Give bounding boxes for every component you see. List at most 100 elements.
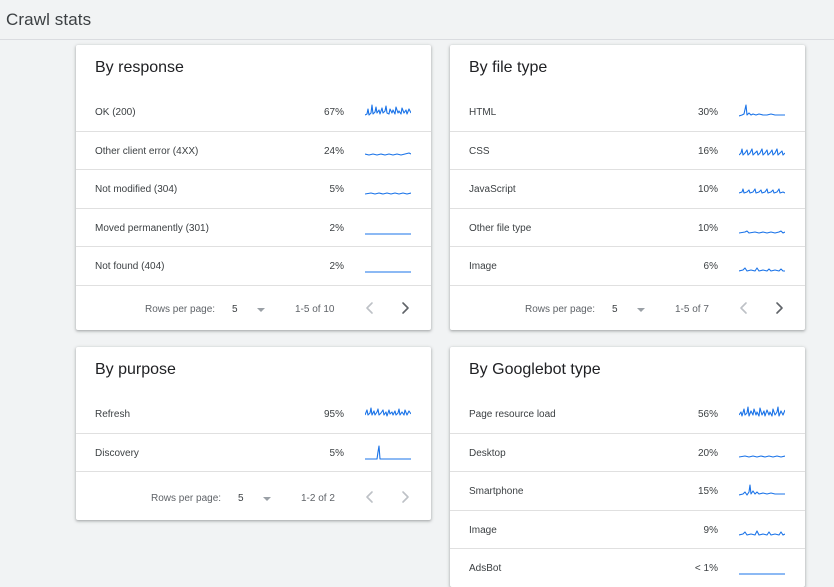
row-label: HTML	[469, 107, 497, 118]
sparkline	[739, 529, 785, 536]
pagination: Rows per page: 5 1-2 of 2	[76, 475, 431, 519]
page-range: 1-5 of 10	[295, 304, 335, 315]
row-value: 16%	[697, 145, 718, 157]
row-label: JavaScript	[469, 184, 516, 195]
table-row[interactable]: Refresh 95%	[76, 395, 431, 434]
chevron-down-icon[interactable]	[637, 308, 645, 312]
row-value: 56%	[697, 409, 718, 420]
sparkline	[739, 267, 785, 272]
row-value: 15%	[697, 486, 718, 497]
table-row[interactable]: HTML 30%	[450, 93, 805, 132]
rows-per-page-label: Rows per page:	[525, 304, 596, 315]
table-row[interactable]: CSS 16%	[450, 132, 805, 170]
row-value: 2%	[329, 222, 344, 234]
card-title: By purpose	[95, 361, 176, 378]
chevron-down-icon[interactable]	[263, 497, 271, 501]
sparkline	[739, 147, 785, 156]
card-title: By response	[95, 59, 184, 76]
row-value: 30%	[697, 107, 718, 118]
row-value: 10%	[697, 184, 718, 195]
table-row[interactable]: Moved permanently (301) 2%	[76, 209, 431, 247]
page-title: Crawl stats	[6, 10, 92, 29]
prev-page-button[interactable]	[362, 489, 378, 505]
table-row[interactable]: Other file type 10%	[450, 209, 805, 247]
row-value: 67%	[323, 107, 344, 118]
sparkline	[365, 407, 411, 417]
next-page-button[interactable]	[771, 300, 787, 316]
row-label: Moved permanently (301)	[95, 222, 209, 234]
table-row[interactable]: Not found (404) 2%	[76, 247, 431, 286]
rows-per-page-select[interactable]: 5	[612, 304, 618, 315]
page-range: 1-2 of 2	[301, 493, 335, 504]
prev-page-button[interactable]	[736, 300, 752, 316]
table-row[interactable]: Not modified (304) 5%	[76, 170, 431, 209]
row-label: Not modified (304)	[95, 184, 178, 195]
sparkline	[739, 484, 785, 496]
row-label: CSS	[469, 145, 490, 157]
top-bar: Crawl stats	[0, 0, 834, 40]
rows-per-page-select[interactable]: 5	[238, 493, 244, 504]
table-row[interactable]: Image 9%	[450, 511, 805, 549]
row-label: Image	[469, 524, 497, 536]
sparkline	[739, 454, 785, 458]
sparkline	[739, 573, 785, 575]
card-by-googlebot-type: By Googlebot type Page resource load 56%…	[450, 347, 805, 587]
row-value: < 1%	[694, 563, 718, 574]
sparkline	[739, 229, 785, 234]
table-row[interactable]: Smartphone 15%	[450, 472, 805, 511]
row-value: 5%	[329, 447, 344, 459]
row-label: Smartphone	[469, 486, 524, 497]
table-row[interactable]: Page resource load 56%	[450, 395, 805, 434]
card-title: By file type	[469, 59, 548, 76]
next-page-button[interactable]	[397, 300, 413, 316]
sparkline	[365, 444, 411, 460]
table-row[interactable]: Other client error (4XX) 24%	[76, 132, 431, 170]
page-range: 1-5 of 7	[675, 304, 709, 315]
card-by-purpose: By purpose Refresh 95% Discovery 5% Rows…	[76, 347, 431, 520]
chevron-down-icon[interactable]	[257, 308, 265, 312]
sparkline	[739, 406, 785, 417]
row-label: Other client error (4XX)	[95, 145, 199, 157]
row-value: 24%	[323, 145, 344, 157]
rows-per-page-select[interactable]: 5	[232, 304, 238, 315]
rows-per-page-label: Rows per page:	[151, 493, 222, 504]
next-page-button[interactable]	[397, 489, 413, 505]
row-value: 9%	[703, 524, 718, 536]
row-label: Refresh	[95, 409, 131, 420]
card-by-response: By response OK (200) 67% Other client er…	[76, 45, 431, 330]
sparkline	[365, 232, 411, 235]
chevron-right-icon	[776, 302, 783, 314]
table-row[interactable]: Desktop 20%	[450, 434, 805, 472]
chevron-left-icon	[740, 302, 747, 314]
row-label: AdsBot	[469, 563, 502, 574]
row-value: 20%	[697, 447, 718, 459]
card-by-file-type: By file type HTML 30% CSS 16% JavaScript…	[450, 45, 805, 330]
rows-per-page-label: Rows per page:	[145, 304, 216, 315]
row-label: Image	[469, 261, 497, 272]
row-label: Other file type	[469, 222, 532, 234]
chevron-left-icon	[366, 302, 373, 314]
card-title: By Googlebot type	[469, 361, 601, 378]
row-value: 5%	[329, 184, 344, 195]
row-label: Not found (404)	[95, 261, 165, 272]
prev-page-button[interactable]	[362, 300, 378, 316]
chevron-right-icon	[402, 302, 409, 314]
row-value: 10%	[697, 222, 718, 234]
row-value: 6%	[703, 261, 718, 272]
table-row[interactable]: Discovery 5%	[76, 434, 431, 472]
row-label: OK (200)	[95, 107, 136, 118]
chevron-right-icon	[402, 491, 409, 503]
row-value: 2%	[329, 261, 344, 272]
sparkline	[739, 104, 785, 117]
pagination: Rows per page: 5 1-5 of 7	[450, 286, 805, 330]
sparkline	[365, 104, 411, 116]
table-row[interactable]: Image 6%	[450, 247, 805, 286]
table-row[interactable]: OK (200) 67%	[76, 93, 431, 132]
row-label: Page resource load	[469, 409, 556, 420]
table-row[interactable]: AdsBot < 1%	[450, 549, 805, 587]
sparkline	[365, 271, 411, 273]
row-label: Discovery	[95, 447, 139, 459]
row-value: 95%	[323, 409, 344, 420]
table-row[interactable]: JavaScript 10%	[450, 170, 805, 209]
chevron-left-icon	[366, 491, 373, 503]
